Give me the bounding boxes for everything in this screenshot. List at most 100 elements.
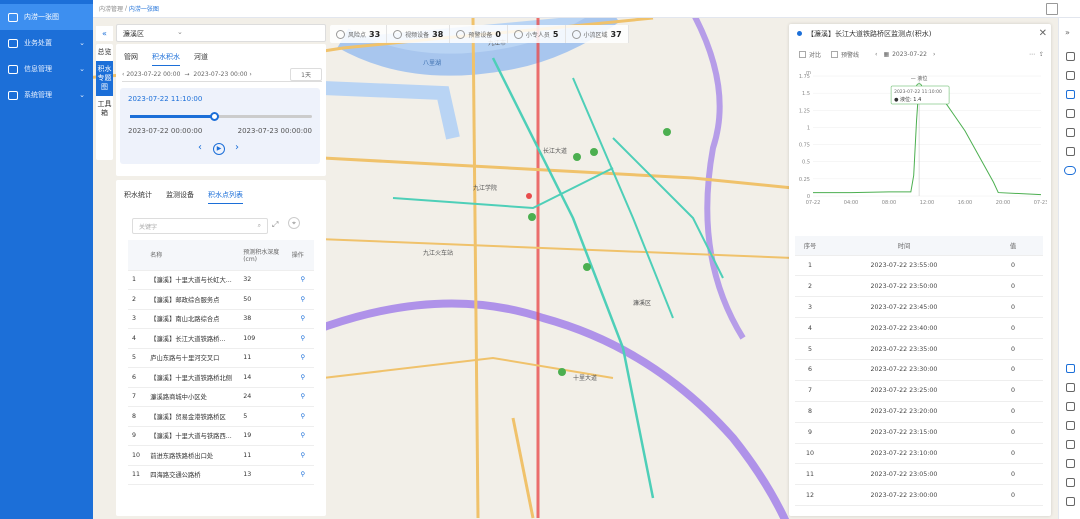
tab-overview[interactable]: 总览 [96,44,113,61]
table-row[interactable]: 7 濂溪路商城中小区处 24 ⚲ [128,387,314,407]
table-row[interactable]: 3 【濂溪】南山北路综合点 38 ⚲ [128,309,314,329]
chevron-right-icon[interactable]: › [248,71,251,78]
location-pin-icon[interactable]: ⚲ [287,309,314,329]
table-row[interactable]: 10 前进东路铁路桥出口处 11 ⚲ [128,445,314,466]
next-icon[interactable]: › [235,142,239,153]
start-date[interactable]: 2023-07-22 00:00 [126,71,180,78]
location-pin-icon[interactable]: ⚲ [287,465,314,485]
interval-select[interactable]: 1天 [290,68,322,81]
table-row[interactable]: 9 2023-07-22 23:15:00 0 [795,422,1043,444]
device-icon[interactable] [1065,109,1075,118]
location-pin-icon[interactable]: ⚲ [287,426,314,446]
map-icon[interactable] [1065,147,1075,156]
location-pin-icon[interactable]: ⚲ [287,387,314,407]
tab-ponding-sim[interactable]: 积水积水 [152,52,180,66]
export-icon[interactable]: ⇪ [1039,51,1044,58]
table-row[interactable]: 6 【濂溪】十里大道铁路桥北侧 14 ⚲ [128,367,314,388]
cloud-icon[interactable] [1065,71,1075,80]
time-slider[interactable] [130,112,312,121]
table-row[interactable]: 8 2023-07-22 23:20:00 0 [795,401,1043,423]
prev-icon[interactable]: ‹ [198,142,202,153]
sidebar-item-business[interactable]: 业务处置 ⌄ [0,30,93,56]
stat-item[interactable]: 小流区域 37 [566,25,629,43]
double-chevron-icon[interactable]: » [1065,28,1070,37]
toggle-icon[interactable] [1064,166,1076,175]
tab-ponding-list[interactable]: 积水点列表 [208,190,243,204]
district-select[interactable]: 濂溪区 ⌄ [116,24,326,42]
play-icon[interactable]: ▶ [213,143,225,155]
location-pin-icon[interactable]: ⚲ [287,289,314,310]
table-row[interactable]: 11 2023-07-22 23:05:00 0 [795,463,1043,486]
chevron-left-icon[interactable]: ‹ [875,51,877,58]
location-pin-icon[interactable]: ⚲ [287,270,314,290]
tab-ponding[interactable]: 积水专题图 [96,61,113,96]
table-row[interactable]: 5 庐山东路与十里河交叉口 11 ⚲ [128,348,314,368]
stat-item[interactable]: 风险点 33 [330,25,388,43]
location-pin-icon[interactable]: ⚲ [287,367,314,388]
search-input[interactable]: 关键字 ⌕ [132,218,268,234]
table-row[interactable]: 7 2023-07-22 23:25:00 0 [795,380,1043,402]
stat-item[interactable]: 视频设备 38 [387,25,451,43]
map-pin-icon[interactable] [583,263,591,271]
stack-icon[interactable] [1065,383,1075,392]
sidebar-item-map[interactable]: 内涝一张图 [0,4,93,30]
table-row[interactable]: 8 【濂溪】贸易金港铁路桥区 5 ⚲ [128,406,314,427]
table-row[interactable]: 12 2023-07-22 23:00:00 0 [795,484,1043,507]
table-row[interactable]: 11 四海路交通公路桥 13 ⚲ [128,465,314,485]
map-pin-icon[interactable] [590,148,598,156]
table-row[interactable]: 1 2023-07-22 23:55:00 0 [795,255,1043,277]
compare-checkbox[interactable] [799,51,806,58]
slider-handle[interactable] [209,112,219,121]
close-icon[interactable]: ✕ [1039,28,1047,39]
date-range[interactable]: ‹ 2023-07-22 00:00 → 2023-07-23 00:00 › … [122,68,322,82]
end-date[interactable]: 2023-07-23 00:00 [193,71,247,78]
locate-icon[interactable] [1065,478,1075,487]
table-row[interactable]: 4 【濂溪】长江大道铁路桥... 109 ⚲ [128,328,314,349]
table-row[interactable]: 4 2023-07-22 23:40:00 0 [795,317,1043,340]
map-pin-icon[interactable] [528,213,536,221]
tab-pipe[interactable]: 管网 [124,52,138,66]
table-row[interactable]: 6 2023-07-22 23:30:00 0 [795,359,1043,381]
location-pin-icon[interactable]: ⚲ [287,445,314,466]
map-pin-icon[interactable] [573,153,581,161]
date-value[interactable]: 2023-07-22 [892,51,927,58]
warn-checkbox[interactable] [831,51,839,58]
more-icon[interactable]: ⋯ [1029,51,1035,58]
alarm-clock-icon[interactable] [1065,421,1075,430]
chevron-right-icon[interactable]: › [933,51,935,58]
location-pin-icon[interactable]: ⚲ [287,348,314,368]
sidebar-item-info[interactable]: 信息管理 ⌄ [0,56,93,82]
location-icon[interactable]: ⌖ [288,217,300,229]
collapse-icon[interactable]: « [96,26,113,41]
person-icon[interactable] [1065,128,1075,137]
expand-icon[interactable]: ⤢ [272,220,278,230]
compass-icon[interactable] [1065,497,1075,506]
table-row[interactable]: 1 【濂溪】十里大道与长虹大... 32 ⚲ [128,270,314,290]
map-pin-icon[interactable] [526,193,532,199]
location-pin-icon[interactable]: ⚲ [287,328,314,349]
table-row[interactable]: 5 2023-07-22 23:35:00 0 [795,338,1043,360]
list-icon[interactable] [1065,364,1075,373]
map-pin-icon[interactable] [558,368,566,376]
table-row[interactable]: 2 2023-07-22 23:50:00 0 [795,275,1043,298]
map-pin-icon[interactable] [663,128,671,136]
tab-stats[interactable]: 积水统计 [124,190,152,204]
search-icon[interactable]: ⌕ [258,222,261,230]
location-pin-icon[interactable]: ⚲ [287,406,314,427]
tab-river[interactable]: 河道 [194,52,208,66]
ruler-icon[interactable] [1065,459,1075,468]
tab-devices[interactable]: 监测设备 [166,190,194,204]
table-row[interactable]: 10 2023-07-22 23:10:00 0 [795,443,1043,465]
expand-icon[interactable] [1065,402,1075,411]
table-row[interactable]: 9 【濂溪】十里大道与铁路西... 19 ⚲ [128,426,314,446]
hand-icon[interactable] [1065,440,1075,449]
breadcrumb-root[interactable]: 内涝管理 [99,4,123,13]
tab-toolbox[interactable]: 工具箱 [96,96,113,122]
stat-item[interactable]: 预警设备 0 [450,25,508,43]
table-row[interactable]: 2 【濂溪】邮政综合服务点 50 ⚲ [128,289,314,310]
fullscreen-icon[interactable] [1046,3,1058,15]
layer-icon[interactable] [1065,52,1075,61]
stat-item[interactable]: 小专人员 5 [508,25,566,43]
table-row[interactable]: 3 2023-07-22 23:45:00 0 [795,296,1043,319]
sidebar-item-system[interactable]: 系统管理 ⌄ [0,82,93,108]
